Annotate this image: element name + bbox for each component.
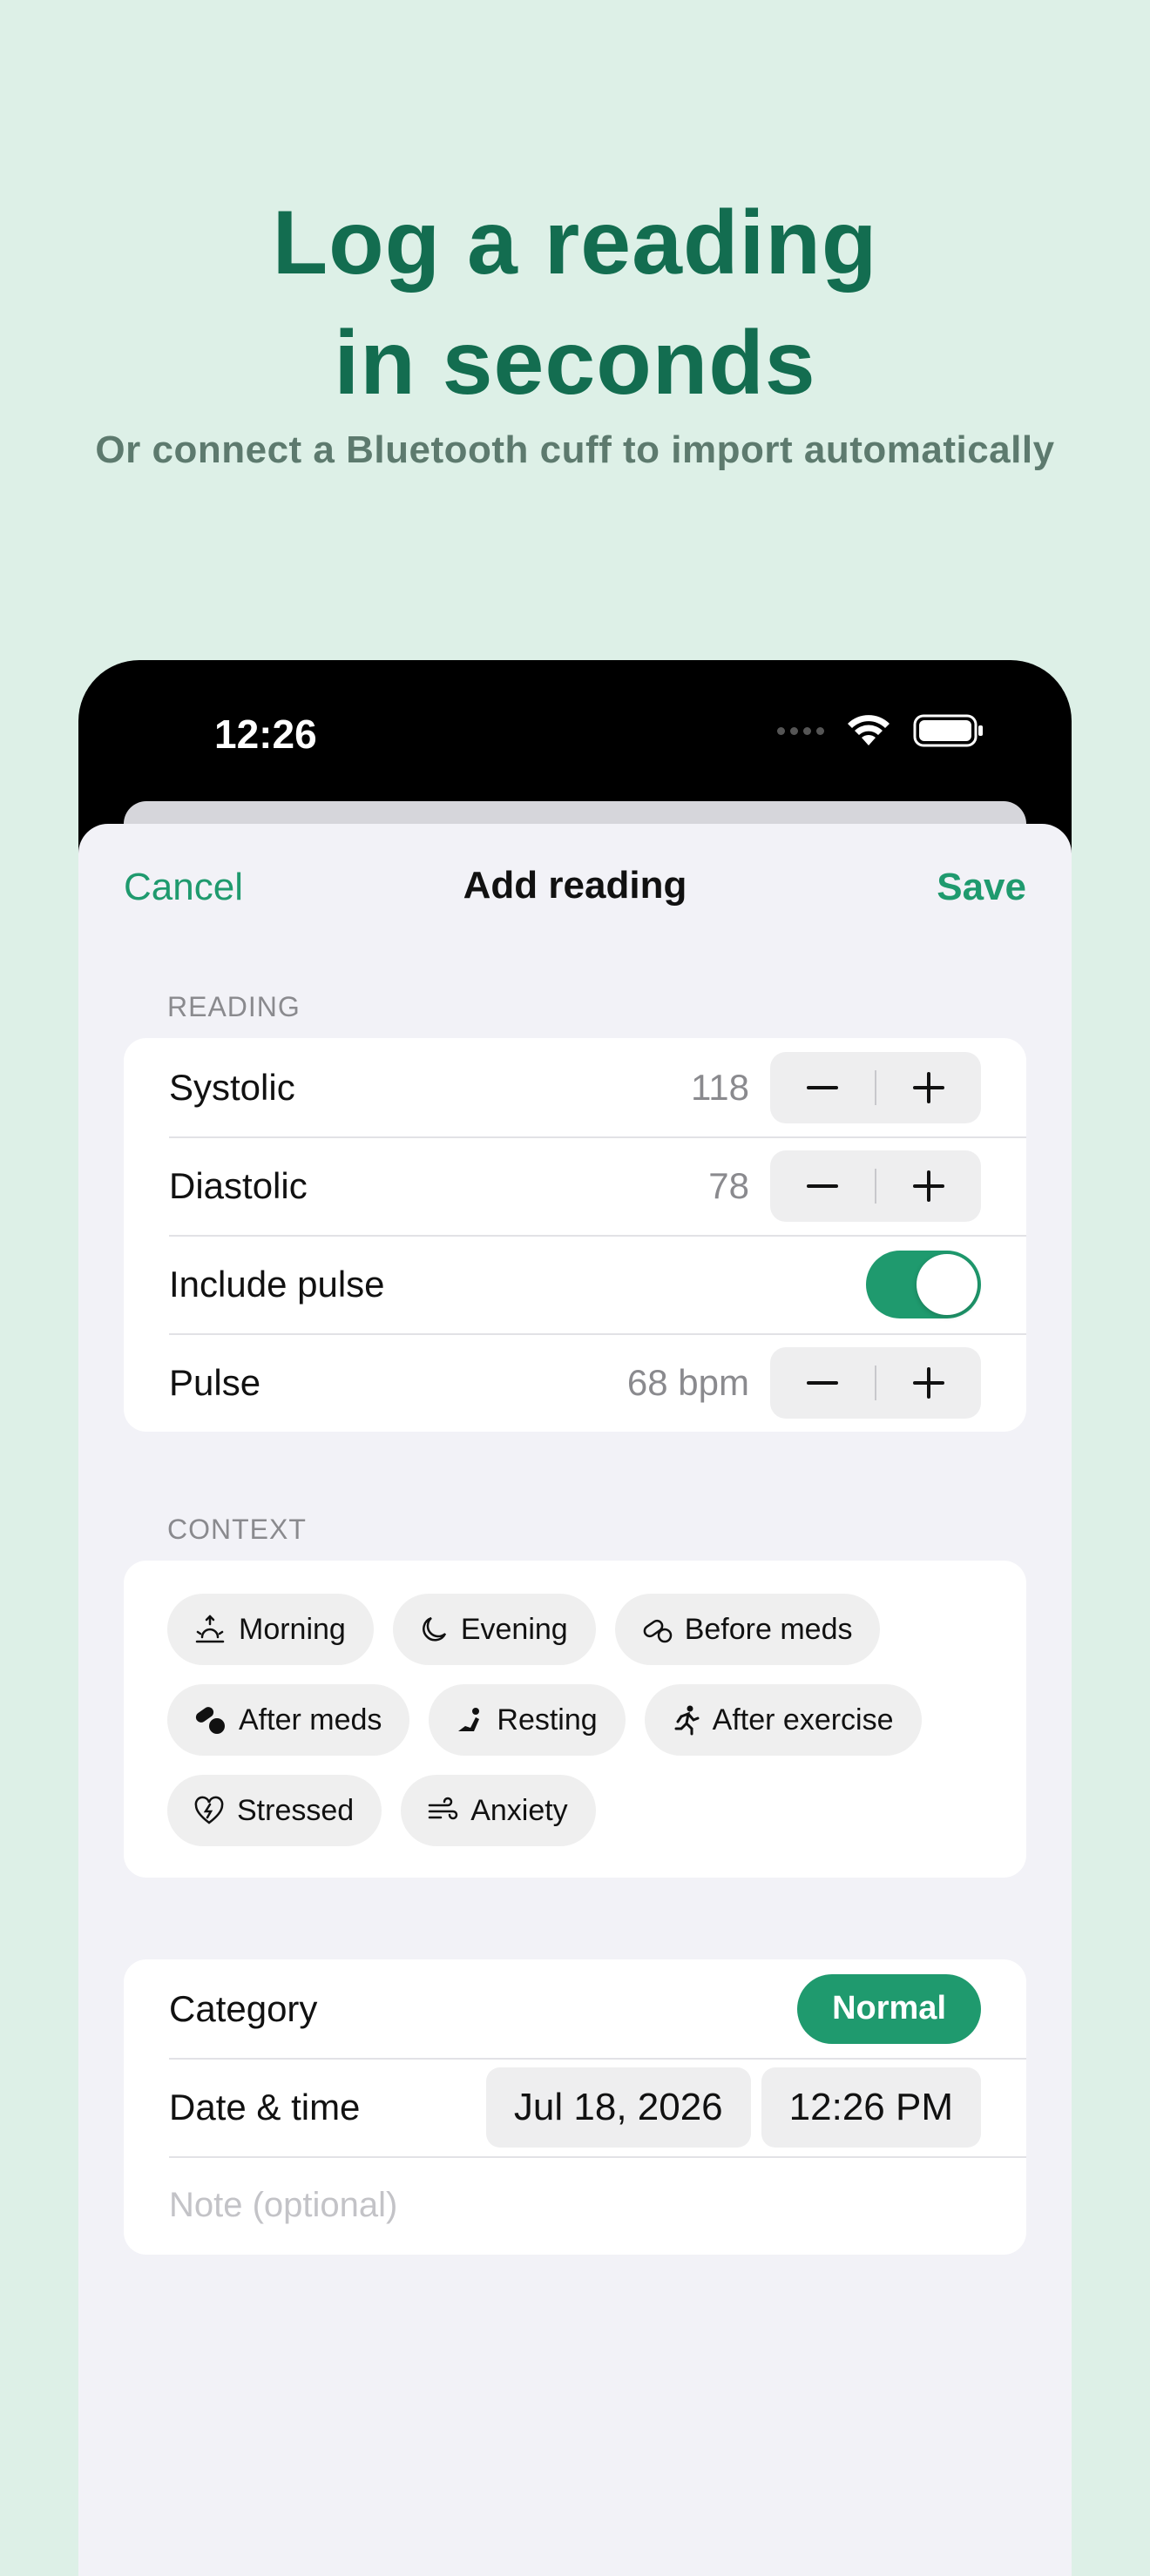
pulse-increment-button[interactable] (876, 1347, 981, 1419)
chip-before-meds[interactable]: Before meds (614, 1594, 881, 1665)
toggle-knob (917, 1253, 978, 1315)
chip-row: Stressed Anxiety (167, 1775, 991, 1846)
chip-label: After meds (239, 1703, 382, 1736)
pills-icon (195, 1707, 225, 1734)
chip-after-exercise[interactable]: After exercise (644, 1684, 922, 1756)
chip-resting[interactable]: Resting (429, 1684, 626, 1756)
include-pulse-toggle[interactable] (866, 1250, 981, 1318)
date-picker[interactable]: Jul 18, 2026 (485, 2067, 751, 2148)
chip-row: After meds Resting After exercise (167, 1684, 991, 1756)
datetime-row: Date & time Jul 18, 2026 12:26 PM (124, 2058, 1026, 2156)
context-section-label: CONTEXT (167, 1514, 307, 1545)
pulse-row: Pulse 68 bpm (124, 1333, 1026, 1432)
category-label: Category (169, 1987, 318, 2029)
category-badge: Normal (797, 1973, 981, 2044)
time-picker[interactable]: 12:26 PM (761, 2067, 981, 2148)
chip-stressed[interactable]: Stressed (167, 1775, 382, 1846)
chip-label: Resting (497, 1703, 598, 1736)
chip-row: Morning Evening Before meds (167, 1594, 991, 1665)
context-chips: Morning Evening Before meds After meds R… (167, 1594, 991, 1865)
promo-headline: Log a reading in seconds (0, 183, 1150, 423)
datetime-label: Date & time (169, 2086, 361, 2128)
pill-icon (643, 1619, 672, 1643)
reading-card: Systolic 118 Diastolic 78 Include pulse … (124, 1038, 1026, 1432)
chip-morning[interactable]: Morning (167, 1594, 374, 1665)
minus-icon (807, 1380, 838, 1385)
include-pulse-row: Include pulse (124, 1235, 1026, 1333)
systolic-value: 118 (691, 1066, 749, 1108)
chip-label: Morning (239, 1612, 346, 1646)
chip-label: Before meds (684, 1612, 853, 1646)
diastolic-stepper (770, 1150, 981, 1222)
context-card: Morning Evening Before meds After meds R… (124, 1561, 1026, 1878)
navbar: Cancel Add reading Save (78, 824, 1072, 954)
wifi-icon (848, 715, 890, 745)
minus-icon (807, 1183, 838, 1188)
note-row: Note (optional) (124, 2156, 1026, 2255)
diastolic-label: Diastolic (169, 1164, 308, 1206)
status-icons (777, 714, 984, 747)
sheet-title: Add reading (463, 864, 687, 907)
plus-icon (913, 1366, 944, 1399)
category-row: Category Normal (124, 1959, 1026, 2058)
phone-frame: 12:26 Cancel Add reading Save READING Sy… (78, 660, 1072, 2576)
details-card: Category Normal Date & time Jul 18, 2026… (124, 1959, 1026, 2255)
note-input[interactable]: Note (optional) (169, 2186, 397, 2225)
systolic-stepper (770, 1051, 981, 1123)
systolic-increment-button[interactable] (876, 1052, 981, 1123)
chip-evening[interactable]: Evening (392, 1594, 596, 1665)
chip-after-meds[interactable]: After meds (167, 1684, 410, 1756)
chip-label: Evening (460, 1612, 568, 1646)
pulse-label: Pulse (169, 1361, 261, 1403)
diastolic-row: Diastolic 78 (124, 1136, 1026, 1235)
diastolic-value: 78 (708, 1164, 749, 1206)
wind-icon (428, 1797, 458, 1820)
battery-icon (913, 714, 983, 747)
diastolic-decrement-button[interactable] (770, 1150, 875, 1222)
chip-label: After exercise (712, 1703, 894, 1736)
promo-subtitle: Or connect a Bluetooth cuff to import au… (95, 428, 1055, 471)
sunrise-icon (195, 1615, 225, 1643)
systolic-row: Systolic 118 (124, 1038, 1026, 1136)
include-pulse-label: Include pulse (169, 1263, 385, 1305)
diastolic-increment-button[interactable] (876, 1150, 981, 1222)
pulse-value: 68 bpm (626, 1361, 749, 1403)
systolic-label: Systolic (169, 1066, 295, 1108)
systolic-decrement-button[interactable] (770, 1052, 875, 1123)
pulse-stepper (770, 1346, 981, 1419)
heart-bolt-icon (194, 1796, 224, 1824)
chip-anxiety[interactable]: Anxiety (401, 1775, 596, 1846)
headline-line-2: in seconds (334, 313, 816, 414)
headline-line-1: Log a reading (272, 192, 878, 293)
running-icon (674, 1705, 700, 1736)
plus-icon (913, 1071, 944, 1103)
chip-label: Stressed (237, 1793, 355, 1827)
chip-label: Anxiety (470, 1793, 568, 1827)
cellular-signal-icon (777, 726, 824, 735)
status-time: 12:26 (214, 711, 317, 757)
add-reading-sheet: Cancel Add reading Save READING Systolic… (78, 824, 1072, 2576)
resting-icon (458, 1708, 480, 1731)
minus-icon (807, 1085, 838, 1089)
pulse-decrement-button[interactable] (770, 1347, 875, 1419)
reading-section-label: READING (167, 991, 301, 1022)
save-button[interactable]: Save (937, 866, 1026, 909)
plus-icon (913, 1170, 944, 1202)
moon-icon (422, 1616, 446, 1642)
